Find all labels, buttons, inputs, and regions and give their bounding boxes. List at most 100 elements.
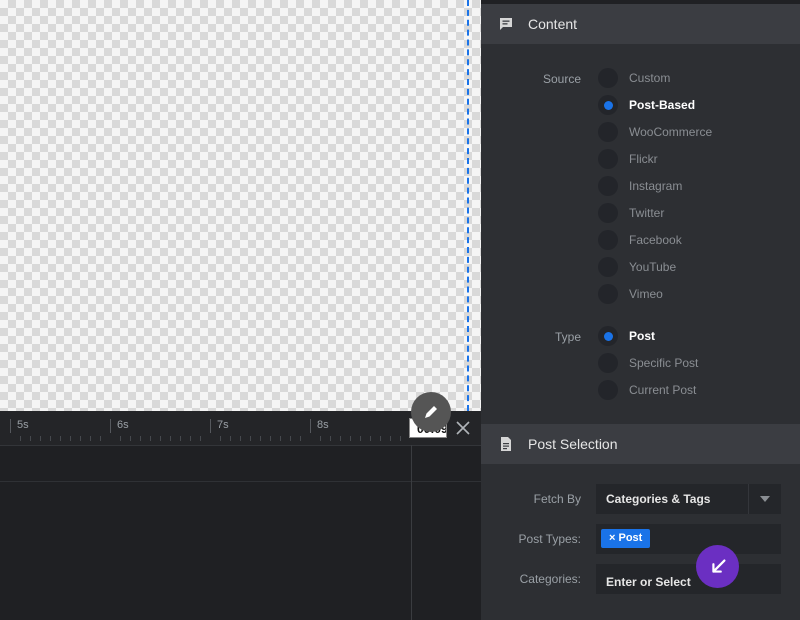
ruler-major-tick (210, 419, 211, 433)
tick-label: 6s (117, 419, 129, 431)
categories-input[interactable]: Enter or Select (596, 564, 781, 594)
ruler-minor-tick (350, 436, 351, 441)
categories-label: Categories: (519, 572, 581, 586)
caret-down-icon[interactable] (749, 496, 781, 502)
ruler-minor-tick (40, 436, 41, 441)
ruler-minor-tick (190, 436, 191, 441)
radio-button[interactable] (598, 353, 618, 373)
canvas-stage[interactable] (0, 0, 481, 411)
ruler-minor-tick (290, 436, 291, 441)
fetch-by-value: Categories & Tags (606, 492, 711, 506)
ruler-minor-tick (170, 436, 171, 441)
content-section-title: Content (528, 16, 578, 32)
fetch-by-label: Fetch By (533, 492, 581, 506)
ruler-minor-tick (160, 436, 161, 441)
ruler-minor-tick (50, 436, 51, 441)
source-option-vimeo[interactable]: Vimeo (598, 284, 663, 304)
source-option-facebook[interactable]: Facebook (598, 230, 682, 250)
ruler-minor-tick (130, 436, 131, 441)
radio-label: YouTube (629, 260, 677, 274)
tick-label: 7s (217, 419, 229, 431)
ruler-minor-tick (120, 436, 121, 441)
source-option-flickr[interactable]: Flickr (598, 149, 658, 169)
ruler-minor-tick (330, 436, 331, 441)
close-icon (456, 421, 470, 435)
ruler-minor-tick (20, 436, 21, 441)
ruler-minor-tick (300, 436, 301, 441)
guide-line[interactable] (467, 0, 469, 411)
ruler-minor-tick (240, 436, 241, 441)
ruler-minor-tick (260, 436, 261, 441)
ruler-minor-tick (100, 436, 101, 441)
radio-button[interactable] (598, 176, 618, 196)
document-icon (497, 435, 515, 453)
radio-label: WooCommerce (629, 125, 713, 139)
timeline-playhead[interactable] (411, 445, 412, 620)
timeline-ruler[interactable]: 5s 6s 7s 8s 00:09 (0, 411, 481, 446)
ruler-minor-tick (370, 436, 371, 441)
radio-label: Facebook (629, 233, 682, 247)
source-option-custom[interactable]: Custom (598, 68, 670, 88)
ruler-minor-tick (280, 436, 281, 441)
fetch-by-select[interactable]: Categories & Tags (596, 484, 781, 514)
radio-label: Flickr (629, 152, 658, 166)
radio-button[interactable] (598, 149, 618, 169)
radio-button[interactable] (598, 380, 618, 400)
radio-button[interactable] (598, 203, 618, 223)
source-option-instagram[interactable]: Instagram (598, 176, 682, 196)
radio-button[interactable] (598, 284, 618, 304)
ruler-minor-tick (30, 436, 31, 441)
cursor-badge (696, 545, 739, 588)
ruler-minor-tick (150, 436, 151, 441)
source-option-twitter[interactable]: Twitter (598, 203, 664, 223)
source-option-post-based[interactable]: Post-Based (598, 95, 695, 115)
ruler-minor-tick (140, 436, 141, 441)
radio-label: Instagram (629, 179, 683, 193)
radio-label: Custom (629, 71, 671, 85)
timeline-close-button[interactable] (452, 417, 474, 439)
comment-icon (497, 15, 515, 33)
radio-button-selected[interactable] (598, 95, 618, 115)
ruler-minor-tick (380, 436, 381, 441)
radio-label: Post-Based (629, 98, 696, 112)
post-types-input[interactable]: × Post (596, 524, 781, 554)
radio-button[interactable] (598, 122, 618, 142)
radio-label: Specific Post (629, 356, 699, 370)
ruler-minor-tick (320, 436, 321, 441)
ruler-minor-tick (230, 436, 231, 441)
post-selection-section-header[interactable]: Post Selection (481, 424, 800, 464)
source-option-youtube[interactable]: YouTube (598, 257, 676, 277)
content-section-header[interactable]: Content (481, 4, 800, 44)
type-label: Type (554, 330, 581, 344)
post-type-tag[interactable]: × Post (601, 529, 651, 548)
source-option-woocommerce[interactable]: WooCommerce (598, 122, 712, 142)
ruler-minor-tick (340, 436, 341, 441)
type-option-post[interactable]: Post (598, 326, 655, 346)
ruler-major-tick (110, 419, 111, 433)
tick-label: 8s (317, 419, 329, 431)
radio-button[interactable] (598, 68, 618, 88)
post-selection-section-title: Post Selection (528, 436, 618, 452)
radio-button[interactable] (598, 230, 618, 250)
radio-label: Post (629, 329, 656, 343)
pencil-icon (425, 406, 437, 418)
ruler-minor-tick (360, 436, 361, 441)
type-option-current-post[interactable]: Current Post (598, 380, 696, 400)
radio-button-selected[interactable] (598, 326, 618, 346)
radio-button[interactable] (598, 257, 618, 277)
ruler-minor-tick (180, 436, 181, 441)
ruler-minor-tick (220, 436, 221, 441)
radio-label: Twitter (629, 206, 665, 220)
canvas-handle[interactable] (411, 392, 451, 432)
timeline: 5s 6s 7s 8s 00:09 (0, 411, 481, 620)
ruler-minor-tick (250, 436, 251, 441)
ruler-minor-tick (400, 436, 401, 441)
settings-panel: Content Source Custom Post-Based WooComm… (481, 0, 800, 620)
source-label: Source (542, 72, 581, 86)
radio-label: Current Post (629, 383, 697, 397)
ruler-minor-tick (60, 436, 61, 441)
radio-label: Vimeo (629, 287, 663, 301)
post-types-label: Post Types: (518, 532, 581, 546)
ruler-minor-tick (270, 436, 271, 441)
type-option-specific-post[interactable]: Specific Post (598, 353, 698, 373)
